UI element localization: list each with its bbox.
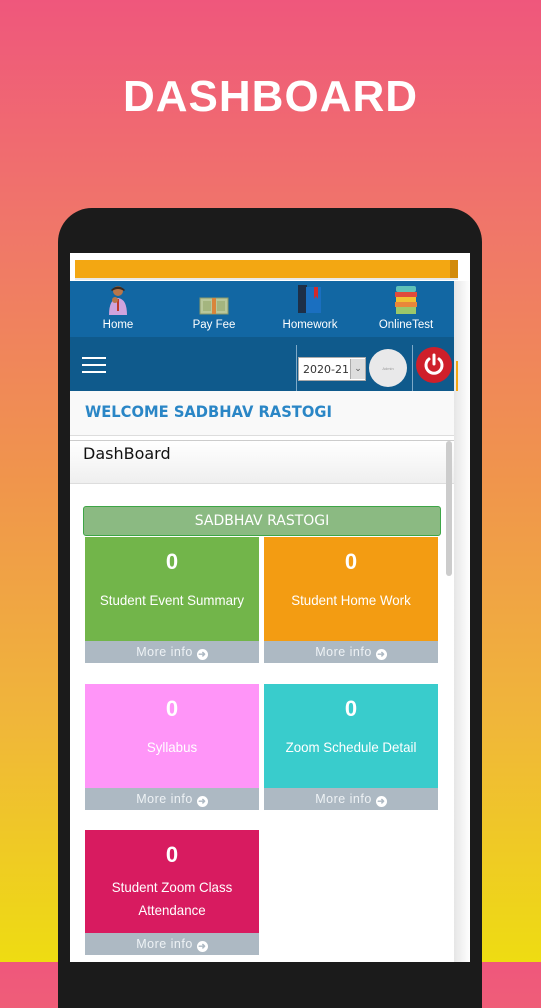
books-icon xyxy=(265,285,355,315)
student-person-icon xyxy=(73,285,163,315)
scrollbar[interactable] xyxy=(446,441,452,576)
screen-edge xyxy=(454,281,470,962)
divider xyxy=(412,345,413,391)
page-title: DashBoard xyxy=(83,444,171,463)
arrow-circle-right-icon: ➜ xyxy=(196,649,208,660)
tile-student-zoom-class-attendance[interactable]: 0 Student Zoom Class Attendance More inf… xyxy=(85,830,259,955)
promo-headline: DASHBOARD xyxy=(123,72,418,121)
more-info-link[interactable]: More info ➜ xyxy=(85,933,259,955)
tile-syllabus[interactable]: 0 Syllabus More info ➜ xyxy=(85,684,259,810)
tile-label: Student Home Work xyxy=(291,592,411,608)
arrow-circle-right-icon: ➜ xyxy=(375,796,387,807)
hamburger-icon[interactable] xyxy=(82,357,106,373)
tile-label: Syllabus xyxy=(146,739,198,755)
tile-count: 0 xyxy=(344,696,358,721)
nav-label: Pay Fee xyxy=(192,319,236,331)
chevron-down-icon: ⌄ xyxy=(350,359,365,379)
arrow-circle-right-icon: ➜ xyxy=(375,649,387,660)
nav-label: Home xyxy=(102,319,134,331)
tile-student-event-summary[interactable]: 0 Student Event Summary More info ➜ xyxy=(85,537,259,663)
tile-count: 0 xyxy=(165,696,179,721)
nav-label: Homework xyxy=(282,319,338,331)
app-view: Home Pay Fee Homework OnlineTest 2020-21… xyxy=(70,281,454,962)
logout-button[interactable] xyxy=(416,347,452,383)
more-info-text: More info xyxy=(136,645,193,659)
more-info-link[interactable]: More info ➜ xyxy=(264,788,438,810)
divider xyxy=(296,345,297,391)
more-info-link[interactable]: More info ➜ xyxy=(85,641,259,663)
orange-status-bar xyxy=(75,260,458,280)
avatar[interactable]: Admin xyxy=(369,349,407,387)
nav-item-homework[interactable]: Homework xyxy=(265,285,355,337)
cash-bundle-icon xyxy=(169,285,259,315)
power-icon xyxy=(424,353,444,375)
session-year-value: 2020-21 xyxy=(303,362,349,376)
toolbar: 2020-21 ⌄ Admin xyxy=(70,337,454,391)
tile-zoom-schedule-detail[interactable]: 0 Zoom Schedule Detail More info ➜ xyxy=(264,684,438,810)
more-info-link[interactable]: More info ➜ xyxy=(264,641,438,663)
nav-item-online-test[interactable]: OnlineTest xyxy=(361,285,451,337)
more-info-link[interactable]: More info ➜ xyxy=(85,788,259,810)
tile-student-home-work[interactable]: 0 Student Home Work More info ➜ xyxy=(264,537,438,663)
tile-count: 0 xyxy=(165,842,179,867)
tile-label: Student Zoom Class Attendance xyxy=(111,879,233,918)
arrow-circle-right-icon: ➜ xyxy=(196,796,208,807)
tile-count: 0 xyxy=(165,549,179,574)
page-heading-bar: DashBoard xyxy=(70,440,454,484)
tile-count: 0 xyxy=(344,549,358,574)
student-name-bar: SADBHAV RASTOGI xyxy=(83,506,441,536)
top-nav: Home Pay Fee Homework OnlineTest xyxy=(70,281,454,337)
more-info-text: More info xyxy=(315,792,372,806)
tile-label: Student Event Summary xyxy=(99,592,245,608)
stacked-books-icon xyxy=(361,285,451,315)
nav-label: OnlineTest xyxy=(378,319,434,331)
welcome-text: WELCOME SADBHAV RASTOGI xyxy=(85,402,332,421)
session-year-select[interactable]: 2020-21 ⌄ xyxy=(298,357,366,381)
nav-item-pay-fee[interactable]: Pay Fee xyxy=(169,285,259,337)
more-info-text: More info xyxy=(136,792,193,806)
more-info-text: More info xyxy=(315,645,372,659)
more-info-text: More info xyxy=(136,937,193,951)
arrow-circle-right-icon: ➜ xyxy=(196,941,208,952)
welcome-banner: WELCOME SADBHAV RASTOGI xyxy=(70,391,454,436)
phone-screen: Home Pay Fee Homework OnlineTest 2020-21… xyxy=(70,253,470,962)
tile-label: Zoom Schedule Detail xyxy=(285,739,417,755)
nav-item-home[interactable]: Home xyxy=(73,285,163,337)
